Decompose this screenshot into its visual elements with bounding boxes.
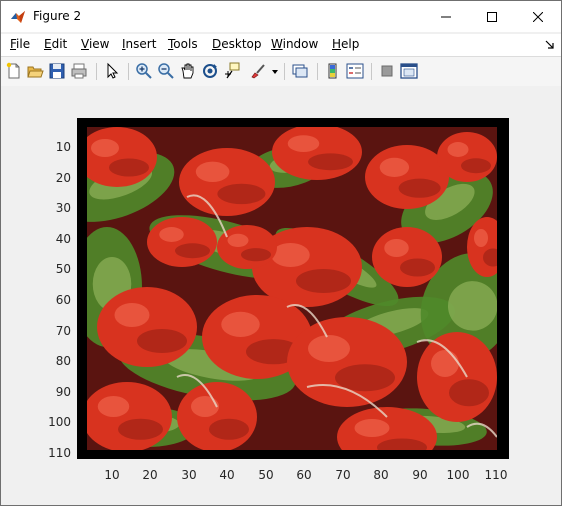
print-icon[interactable] [70,62,88,80]
ytick-label: 40 [55,232,71,246]
menu-view[interactable]: View [81,37,109,51]
colorbar-icon[interactable] [324,62,342,80]
minimize-icon [441,16,451,17]
minimize-button[interactable] [423,1,469,32]
xtick-label: 40 [219,468,235,482]
toolbar-separator [284,63,285,80]
menu-help[interactable]: Help [332,37,359,51]
xtick-label: 20 [142,468,158,482]
figure-canvas[interactable]: 10 20 30 40 50 60 70 80 90 100 110 10 20… [1,86,561,505]
menu-edit[interactable]: Edit [44,37,67,51]
ytick-label: 50 [55,262,71,276]
data-cursor-icon[interactable] [223,62,241,80]
ytick-label: 10 [55,140,71,154]
ytick-label: 30 [55,201,71,215]
hide-plot-tools-icon[interactable] [378,62,396,80]
xtick-label: 70 [335,468,351,482]
toolbar-separator [317,63,318,80]
link-plot-icon[interactable] [291,62,309,80]
save-icon[interactable] [48,62,66,80]
window-title: Figure 2 [33,9,82,23]
menu-desktop[interactable]: Desktop [212,37,262,51]
radish-image[interactable] [87,127,497,450]
close-button[interactable] [515,1,561,32]
menu-file[interactable]: File [10,37,30,51]
zoom-out-icon[interactable] [157,62,175,80]
ytick-label: 80 [55,354,71,368]
toolbar-separator [371,63,372,80]
figure-toolbar [1,56,561,87]
ytick-label: 60 [55,293,71,307]
figure-window: Figure 2 File Edit View Insert Tools Des… [0,0,562,506]
dock-arrow-icon[interactable] [545,40,555,50]
zoom-in-icon[interactable] [135,62,153,80]
menu-tools[interactable]: Tools [168,37,198,51]
title-bar: Figure 2 [1,1,561,32]
pan-icon[interactable] [179,62,197,80]
matlab-logo-icon [11,11,25,23]
brush-dropdown-icon[interactable] [271,69,279,75]
ytick-label: 100 [48,415,71,429]
xtick-label: 10 [104,468,120,482]
close-icon [533,11,543,22]
ytick-label: 110 [48,446,71,460]
xtick-label: 80 [373,468,389,482]
legend-icon[interactable] [346,62,364,80]
menu-bar: File Edit View Insert Tools Desktop Wind… [1,34,561,56]
ytick-label: 20 [55,171,71,185]
menu-window[interactable]: Window [271,37,318,51]
brush-icon[interactable] [249,62,267,80]
toolbar-separator [96,63,97,80]
menu-insert[interactable]: Insert [122,37,156,51]
xtick-label: 50 [258,468,274,482]
xtick-label: 60 [296,468,312,482]
show-plot-tools-icon[interactable] [400,62,418,80]
ytick-label: 90 [55,385,71,399]
toolbar-separator [128,63,129,80]
ytick-label: 70 [55,324,71,338]
open-file-icon[interactable] [26,62,44,80]
xtick-label: 100 [446,468,470,482]
xtick-label: 30 [181,468,197,482]
edit-plot-icon[interactable] [103,62,121,80]
maximize-icon [487,11,497,22]
new-figure-icon[interactable] [5,62,23,80]
rotate-3d-icon[interactable] [201,62,219,80]
xtick-label: 110 [484,468,508,482]
xtick-label: 90 [412,468,428,482]
maximize-button[interactable] [469,1,515,32]
axes-image-frame [77,118,509,459]
